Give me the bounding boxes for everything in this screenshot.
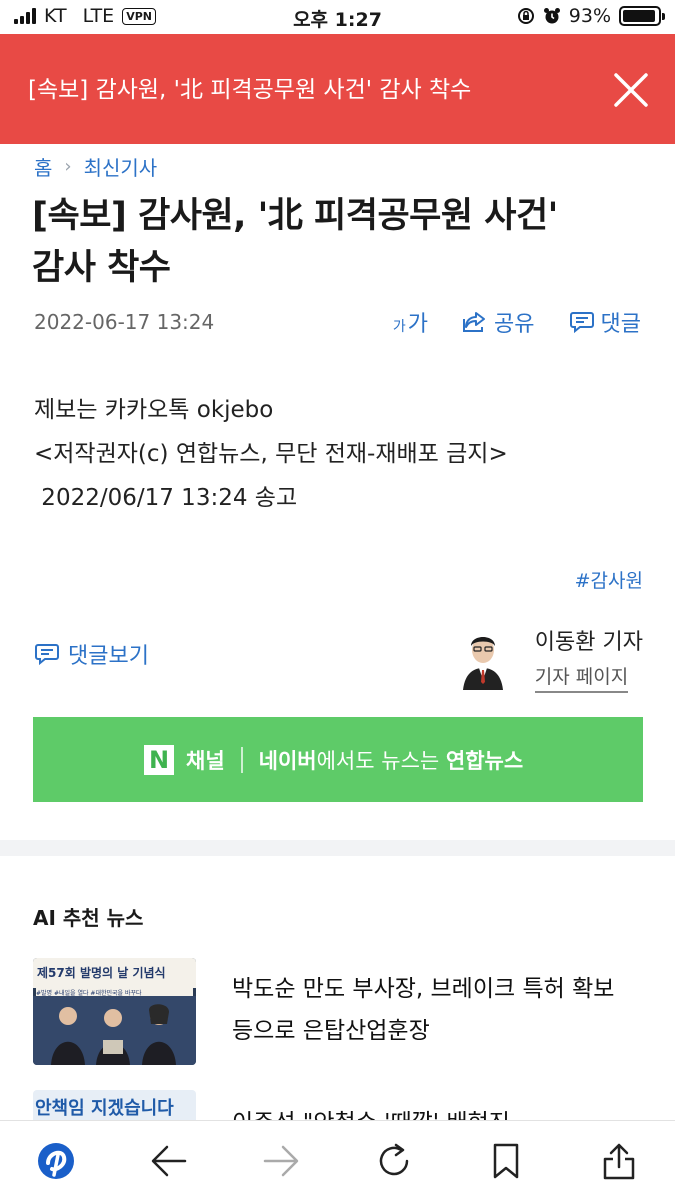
naver-text-mid: 에서도 뉴스는 [316, 748, 446, 773]
article-tools: 가가 공유 댓글 [393, 306, 641, 338]
bookmark-icon [494, 1143, 519, 1178]
comment-icon [569, 312, 594, 334]
chevron-right-icon: › [64, 156, 72, 177]
reporter-info: 이동환 기자 기자 페이지 [458, 624, 643, 693]
section-divider [0, 840, 675, 856]
article-tag[interactable]: #감사원 [575, 566, 643, 593]
article-date: 2022-06-17 13:24 [34, 310, 215, 334]
comment-icon [35, 644, 59, 666]
yonhap-logo-icon [38, 1142, 75, 1179]
font-small-label: 가 [392, 319, 406, 335]
battery-percent: 93% [568, 5, 611, 27]
article-body: 제보는 카카오톡 okjebo <저작권자(c) 연합뉴스, 무단 전재-재배포… [34, 388, 508, 520]
body-line-2: <저작권자(c) 연합뉴스, 무단 전재-재배포 금지> [34, 441, 508, 467]
naver-text-bold-2: 연합뉴스 [445, 748, 524, 773]
browser-toolbar [0, 1120, 675, 1200]
title-line-2: 감사 착수 [32, 248, 171, 288]
naver-text-bold-1: 네이버 [258, 748, 317, 773]
share-button[interactable]: 공유 [462, 306, 535, 338]
battery-icon [619, 6, 665, 26]
font-large-label: 가 [407, 312, 429, 337]
breadcrumb-home[interactable]: 홈 [34, 152, 52, 181]
breadcrumb-section[interactable]: 최신기사 [84, 152, 158, 181]
article-title: [속보] 감사원, '北 피격공무원 사건' 감사 착수 [32, 190, 652, 294]
view-comments-link[interactable]: 댓글보기 [34, 638, 149, 670]
back-icon [151, 1145, 186, 1176]
news-headline[interactable]: 박도순 만도 부사장, 브레이크 특허 확보 등으로 은탑산업훈장 [232, 968, 614, 1065]
reporter-text: 이동환 기자 기자 페이지 [534, 624, 643, 693]
share-label: 공유 [494, 312, 535, 337]
naver-logo-icon: N [144, 744, 174, 775]
headline-line-2: 등으로 은탑산업훈장 [232, 1018, 430, 1044]
news-item[interactable]: 제57회 발명의 날 기념식 #발명 #내일을 열다 #대한민국을 바꾸다 박도… [33, 958, 643, 1065]
status-right: 93% [517, 5, 665, 27]
font-size-button[interactable]: 가가 [393, 306, 428, 338]
reporter-page-link[interactable]: 기자 페이지 [534, 662, 629, 693]
reporter-avatar[interactable] [458, 628, 507, 690]
yonhap-logo-button[interactable] [32, 1137, 80, 1185]
body-line-1: 제보는 카카오톡 okjebo [34, 397, 274, 423]
reload-button[interactable] [370, 1137, 418, 1185]
banner-separator [240, 746, 243, 773]
reporter-name: 이동환 기자 [534, 630, 643, 655]
share-icon [603, 1143, 634, 1179]
news-thumbnail[interactable]: 제57회 발명의 날 기념식 #발명 #내일을 열다 #대한민국을 바꾸다 [33, 958, 196, 1065]
status-bar: KT LTE VPN 오후 1:27 93% [0, 0, 675, 34]
back-button[interactable] [145, 1137, 193, 1185]
title-line-1: [속보] 감사원, '北 피격공무원 사건' [32, 196, 558, 236]
rotation-lock-icon [517, 8, 534, 24]
breaking-news-banner[interactable]: [속보] 감사원, '北 피격공무원 사건' 감사 착수 [0, 34, 675, 144]
breadcrumb: 홈 › 최신기사 [34, 152, 157, 181]
comment-label: 댓글 [600, 312, 641, 337]
ai-news-heading: AI 추천 뉴스 [33, 906, 144, 930]
body-line-3: 2022/06/17 13:24 송고 [34, 485, 298, 511]
headline-line-1: 박도순 만도 부사장, 브레이크 특허 확보 [232, 976, 615, 1002]
reload-icon [379, 1143, 408, 1175]
thumb-caption: 안책임 지겠습니다 [35, 1098, 174, 1119]
forward-button[interactable] [257, 1137, 305, 1185]
banner-text[interactable]: [속보] 감사원, '北 피격공무원 사건' 감사 착수 [28, 70, 471, 104]
forward-icon [264, 1145, 299, 1176]
naver-channel-banner[interactable]: N 채널 네이버 에서도 뉴스는 연합뉴스 [33, 717, 643, 802]
thumb-photo [33, 996, 196, 1065]
share-icon [463, 312, 486, 332]
naver-channel-label: 채널 [186, 748, 225, 773]
share-page-button[interactable] [595, 1137, 643, 1185]
close-icon[interactable] [611, 70, 651, 110]
view-comments-label: 댓글보기 [68, 644, 149, 669]
alarm-icon [543, 8, 560, 24]
comment-button[interactable]: 댓글 [569, 306, 641, 338]
bookmark-button[interactable] [482, 1137, 530, 1185]
